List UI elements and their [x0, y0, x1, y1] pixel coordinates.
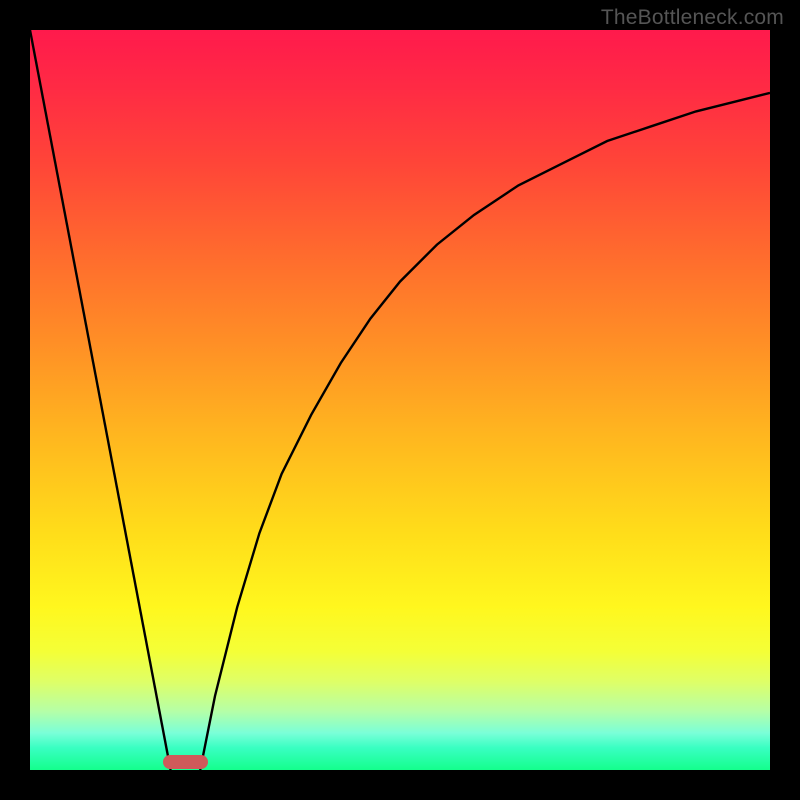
left-slope-line — [30, 30, 171, 770]
chart-root: TheBottleneck.com — [0, 0, 800, 800]
watermark-text: TheBottleneck.com — [601, 6, 784, 30]
right-curve-line — [200, 93, 770, 770]
plot-area — [30, 30, 770, 770]
curve-layer — [30, 30, 770, 770]
minimum-marker — [163, 755, 207, 769]
